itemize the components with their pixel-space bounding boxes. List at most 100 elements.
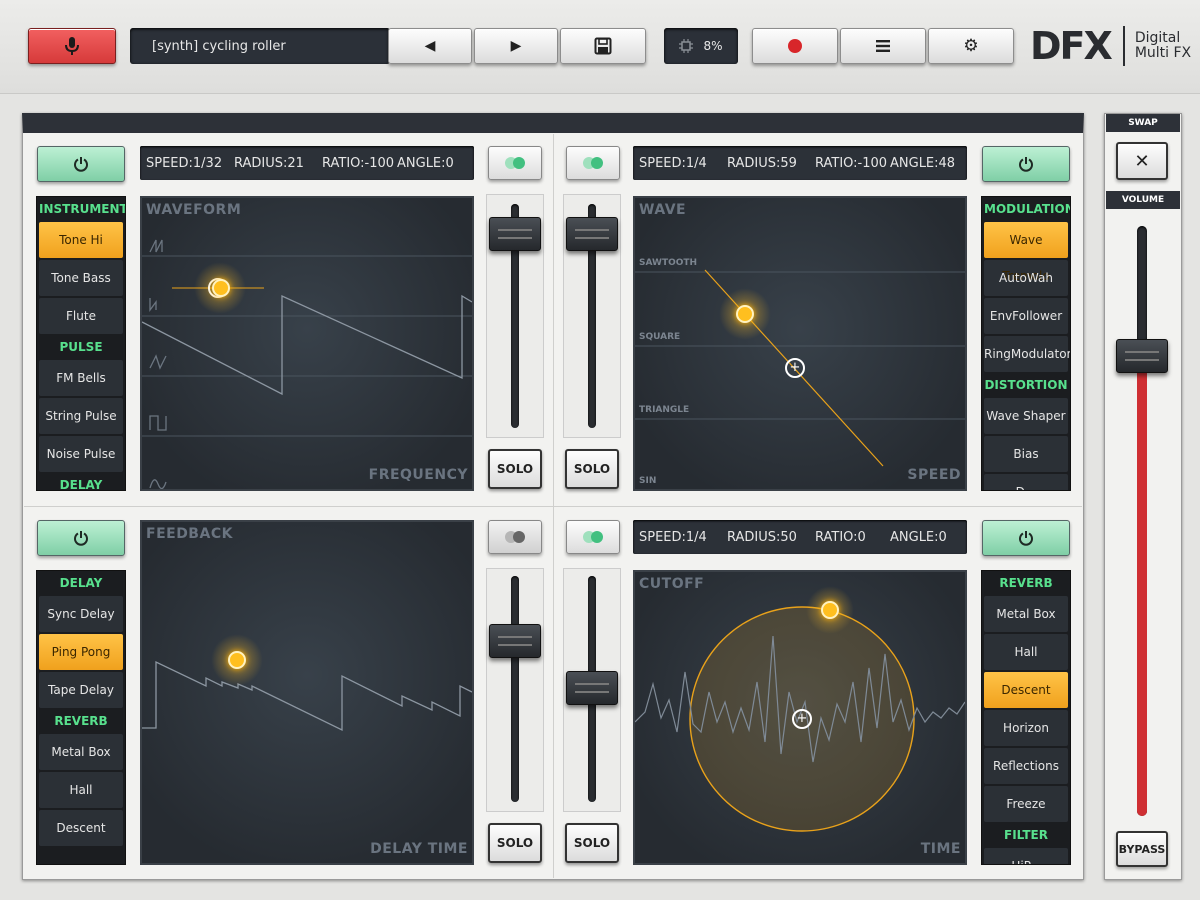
- effect-list-item[interactable]: Tone Hi: [39, 222, 123, 258]
- logo-subtitle: Digital Multi FX: [1135, 31, 1191, 61]
- toggle-dot-icon: [591, 157, 603, 169]
- record-button[interactable]: [752, 28, 838, 64]
- effect-list-item[interactable]: EnvFollower: [984, 298, 1068, 334]
- hamburger-menu-icon: [876, 40, 890, 52]
- effect-list-item[interactable]: Reflections: [984, 748, 1068, 784]
- swap-cross-icon: ✕: [1134, 150, 1150, 172]
- next-preset-button[interactable]: ▶: [474, 28, 558, 64]
- swap-button[interactable]: ✕: [1116, 142, 1168, 180]
- effect-list-item[interactable]: Metal Box: [984, 596, 1068, 632]
- pad-control-point[interactable]: [821, 601, 839, 619]
- crosshair-icon: +: [792, 709, 812, 729]
- effect-list-bottom-right: REVERB Metal Box Hall Descent Horizon Reflect…: [981, 570, 1071, 865]
- delay-graph: [142, 660, 472, 732]
- toggle-switch-top-left[interactable]: [488, 146, 542, 180]
- pad-control-point[interactable]: [736, 305, 754, 323]
- volume-fader[interactable]: [1116, 338, 1168, 373]
- crosshair-icon: +: [785, 358, 805, 378]
- logo-sub-line-1: Digital: [1134, 30, 1181, 46]
- effect-list-item[interactable]: Flute: [39, 298, 123, 334]
- power-button-top-right[interactable]: [982, 146, 1070, 182]
- solo-button-bottom-right[interactable]: SOLO: [565, 823, 619, 863]
- effect-list-item[interactable]: Descent: [39, 810, 123, 846]
- power-button-bottom-left[interactable]: [37, 520, 125, 556]
- xy-pad-feedback[interactable]: FEEDBACK DELAY TIME: [140, 520, 474, 865]
- info-radius: RADIUS:59: [727, 155, 797, 171]
- volume-fill: [1137, 355, 1147, 816]
- info-speed: SPEED:1/4: [639, 529, 707, 545]
- effect-list-item[interactable]: Freeze: [984, 786, 1068, 822]
- cpu-chip-icon: [679, 39, 694, 53]
- solo-button-bottom-left[interactable]: SOLO: [488, 823, 542, 863]
- toggle-switch-top-right[interactable]: [566, 146, 620, 180]
- solo-button-top-left[interactable]: SOLO: [488, 449, 542, 489]
- info-speed: SPEED:1/32: [146, 155, 223, 171]
- effect-list-item[interactable]: FM Bells: [39, 360, 123, 396]
- power-button-top-left[interactable]: [37, 146, 125, 182]
- level-fader-bottom-right[interactable]: [566, 671, 618, 705]
- settings-button[interactable]: ⚙: [928, 28, 1014, 64]
- toggle-switch-bottom-right[interactable]: [566, 520, 620, 554]
- toggle-dot-icon: [513, 157, 525, 169]
- previous-preset-button[interactable]: ◀: [388, 28, 472, 64]
- effect-list-item[interactable]: Hall: [39, 772, 123, 808]
- pad-control-point[interactable]: [228, 651, 246, 669]
- menu-button[interactable]: [840, 28, 926, 64]
- microphone-icon: [65, 37, 79, 55]
- list-section-header: FILTER: [984, 824, 1068, 846]
- list-section-header: PULSE: [39, 336, 123, 358]
- toggle-switch-bottom-left[interactable]: [488, 520, 542, 554]
- save-preset-button[interactable]: [560, 28, 646, 64]
- info-ratio: RATIO:0: [815, 529, 866, 545]
- effect-list-item[interactable]: AutoWah: [984, 260, 1068, 296]
- effect-list-item[interactable]: String Pulse: [39, 398, 123, 434]
- effect-list-item[interactable]: Metal Box: [39, 734, 123, 770]
- effect-list-item[interactable]: Bias: [984, 436, 1068, 472]
- list-section-header: INSTRUMENTS: [39, 198, 125, 220]
- level-fader-top-left[interactable]: [489, 217, 541, 252]
- power-button-bottom-right[interactable]: [982, 520, 1070, 556]
- app-logo: DFX Digital Multi FX: [1030, 22, 1191, 70]
- effect-list-top-left: INSTRUMENTSTone HiTone BassFlutePULSEFM …: [36, 196, 126, 491]
- preset-name: [synth] cycling roller: [152, 38, 286, 54]
- logo-main: DFX: [1030, 24, 1113, 68]
- xy-pad-waveform[interactable]: WAVEFORM FREQUENCY: [140, 196, 474, 491]
- power-icon: [1019, 531, 1033, 546]
- effect-list-item[interactable]: Sync Delay: [39, 596, 123, 632]
- lfo-info-top-left: SPEED:1/32 RADIUS:21 RATIO:-100 ANGLE:0: [140, 146, 474, 180]
- effect-list-item[interactable]: D...: [984, 474, 1068, 490]
- solo-button-top-right[interactable]: SOLO: [565, 449, 619, 489]
- logo-sub-line-2: Multi FX: [1134, 45, 1192, 61]
- effect-list-item[interactable]: Horizon: [984, 710, 1068, 746]
- effect-list-item[interactable]: HiP...: [984, 848, 1068, 864]
- toggle-dot-icon: [513, 531, 525, 543]
- microphone-button[interactable]: [28, 28, 116, 64]
- info-radius: RADIUS:50: [727, 529, 797, 545]
- preset-display[interactable]: [synth] cycling roller: [130, 28, 390, 64]
- floppy-disk-icon: [594, 37, 612, 55]
- power-icon: [1019, 157, 1033, 172]
- triangle-left-icon: ◀: [424, 38, 436, 54]
- swap-label: SWAP: [1106, 114, 1180, 132]
- effect-list-item[interactable]: Wave Tremolo: [984, 222, 1068, 283]
- cpu-meter: 8%: [664, 28, 738, 64]
- effect-list-item[interactable]: Descent: [984, 672, 1068, 708]
- gear-icon: ⚙: [963, 36, 979, 56]
- bypass-button[interactable]: BYPASS: [1116, 831, 1168, 867]
- level-fader-bottom-left[interactable]: [489, 623, 541, 658]
- effect-list-item[interactable]: Tape Delay: [39, 672, 123, 708]
- effect-list-item[interactable]: Tone Bass: [39, 260, 123, 296]
- panel-divider-horizontal: [24, 506, 1082, 507]
- list-section-header: DELAY: [39, 572, 123, 594]
- effect-list-item[interactable]: Noise Pulse: [39, 436, 123, 472]
- level-fader-top-right[interactable]: [566, 217, 618, 252]
- xy-pad-wave[interactable]: WAVE SPEED SAWTOOTH SQUARE TRIANGLE SIN …: [633, 196, 967, 491]
- triangle-right-icon: ▶: [510, 38, 522, 54]
- effect-list-item[interactable]: Ping Pong: [39, 634, 123, 670]
- effect-list-item[interactable]: Wave Shaper: [984, 398, 1068, 434]
- pad-control-point[interactable]: [212, 279, 230, 297]
- logo-divider: [1122, 26, 1125, 66]
- effect-list-item[interactable]: RingModulator: [984, 336, 1070, 372]
- effect-list-item[interactable]: Hall: [984, 634, 1068, 670]
- xy-pad-cutoff[interactable]: CUTOFF TIME +: [633, 570, 967, 865]
